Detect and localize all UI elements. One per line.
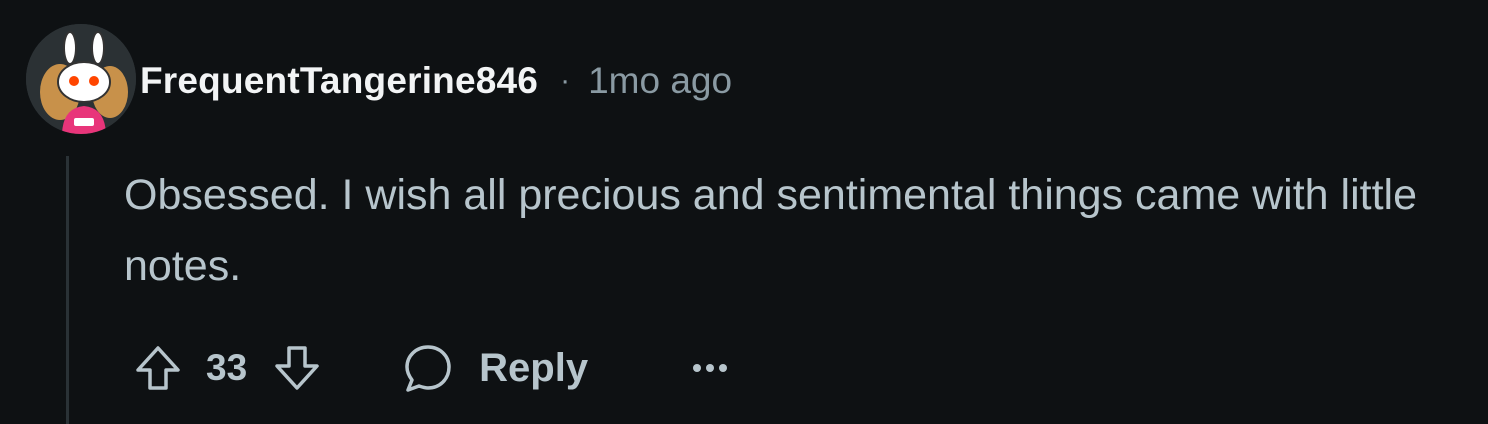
- meta-separator: ·: [560, 64, 571, 97]
- comment-body: Obsessed. I wish all precious and sentim…: [124, 171, 1418, 290]
- reply-button[interactable]: Reply: [401, 341, 588, 395]
- comment: FrequentTangerine846 · 1mo ago Obsessed.…: [0, 0, 1488, 424]
- upvote-arrow-icon: [136, 346, 180, 390]
- downvote-arrow-icon: [275, 346, 319, 390]
- more-options-button[interactable]: [692, 361, 728, 375]
- thread-line[interactable]: [66, 156, 69, 424]
- reply-label: Reply: [479, 345, 589, 390]
- timestamp[interactable]: 1mo ago: [588, 60, 732, 102]
- comment-header: FrequentTangerine846 · 1mo ago: [140, 56, 732, 106]
- avatar[interactable]: [26, 24, 136, 134]
- downvote-button[interactable]: [271, 342, 323, 394]
- speech-bubble-icon: [405, 345, 451, 392]
- comment-actions: 33 Reply: [132, 336, 728, 400]
- vote-count: 33: [206, 347, 248, 388]
- username-link[interactable]: FrequentTangerine846: [140, 60, 538, 102]
- more-options-icon: [693, 364, 728, 372]
- upvote-button[interactable]: [132, 342, 184, 394]
- bunny-snoo-avatar-icon: [26, 24, 136, 134]
